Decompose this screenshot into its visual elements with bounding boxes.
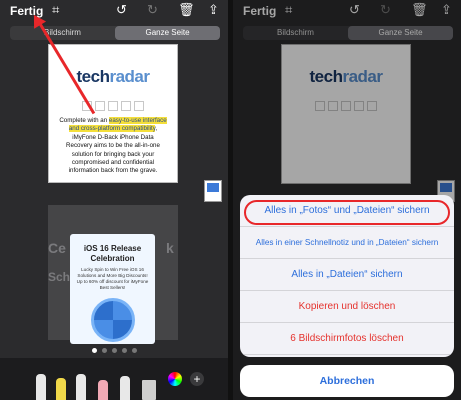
redo-icon[interactable]: ↻ <box>147 3 158 17</box>
markup-screen-right: Fertig ⌗ ↺ ↻ 🗑 ⇪ Bildschirm Ganze Seite … <box>233 0 461 400</box>
color-picker-icon[interactable] <box>168 372 182 386</box>
promo-title: iOS 16 Release Celebration <box>83 244 142 263</box>
spin-wheel-icon <box>90 298 135 342</box>
trash-icon[interactable]: 🗑 <box>178 3 195 17</box>
highlighter-tool-icon[interactable] <box>56 378 66 400</box>
rating-boxes <box>49 101 177 111</box>
highlight-ring <box>244 200 450 225</box>
copy-and-delete-option[interactable]: Kopieren und löschen <box>240 291 454 323</box>
page-scroll-thumbnail[interactable] <box>204 180 222 202</box>
save-to-files-option[interactable]: Alles in „Dateien“ sichern <box>240 259 454 291</box>
share-icon[interactable]: ⇪ <box>208 3 219 17</box>
action-sheet: Alles in „Fotos“ und „Dateien“ sichern A… <box>240 195 454 357</box>
ruler-tool-icon[interactable] <box>142 380 156 400</box>
eraser-tool-icon[interactable] <box>98 380 108 400</box>
tab-screen[interactable]: Bildschirm <box>10 26 115 40</box>
crop-icon[interactable]: ⌗ <box>52 3 59 17</box>
delete-screenshots-option[interactable]: 6 Bildschirmfotos löschen <box>240 323 454 355</box>
add-icon[interactable]: + <box>190 372 204 386</box>
promo-popup: iOS 16 Release Celebration Lucky Spin to… <box>70 234 155 344</box>
lasso-tool-icon[interactable] <box>120 376 130 400</box>
save-quick-note-and-files-option[interactable]: Alles in einer Schnellnotiz und in „Date… <box>240 227 454 259</box>
background-text: Ce <box>48 240 66 256</box>
promo-text: Lucky Spin to Win Free iOS 16 Solutions … <box>76 267 149 290</box>
cancel-button[interactable]: Abbrechen <box>240 365 454 397</box>
undo-icon[interactable]: ↺ <box>116 3 127 17</box>
markup-screen-left: Fertig ⌗ ↺ ↻ 🗑 ⇪ Bildschirm Ganze Seite … <box>0 0 228 400</box>
article-text: Complete with an easy-to-use interface a… <box>59 117 167 175</box>
tab-full-page[interactable]: Ganze Seite <box>115 26 220 40</box>
tool-page-dots <box>0 348 228 353</box>
background-text-3: k <box>166 240 174 256</box>
pencil-tool-icon[interactable] <box>76 374 86 400</box>
markup-tools-bar: + <box>0 358 228 400</box>
pen-tool-icon[interactable] <box>36 374 46 400</box>
page-preview: techradar Complete with an easy-to-use i… <box>48 44 178 183</box>
